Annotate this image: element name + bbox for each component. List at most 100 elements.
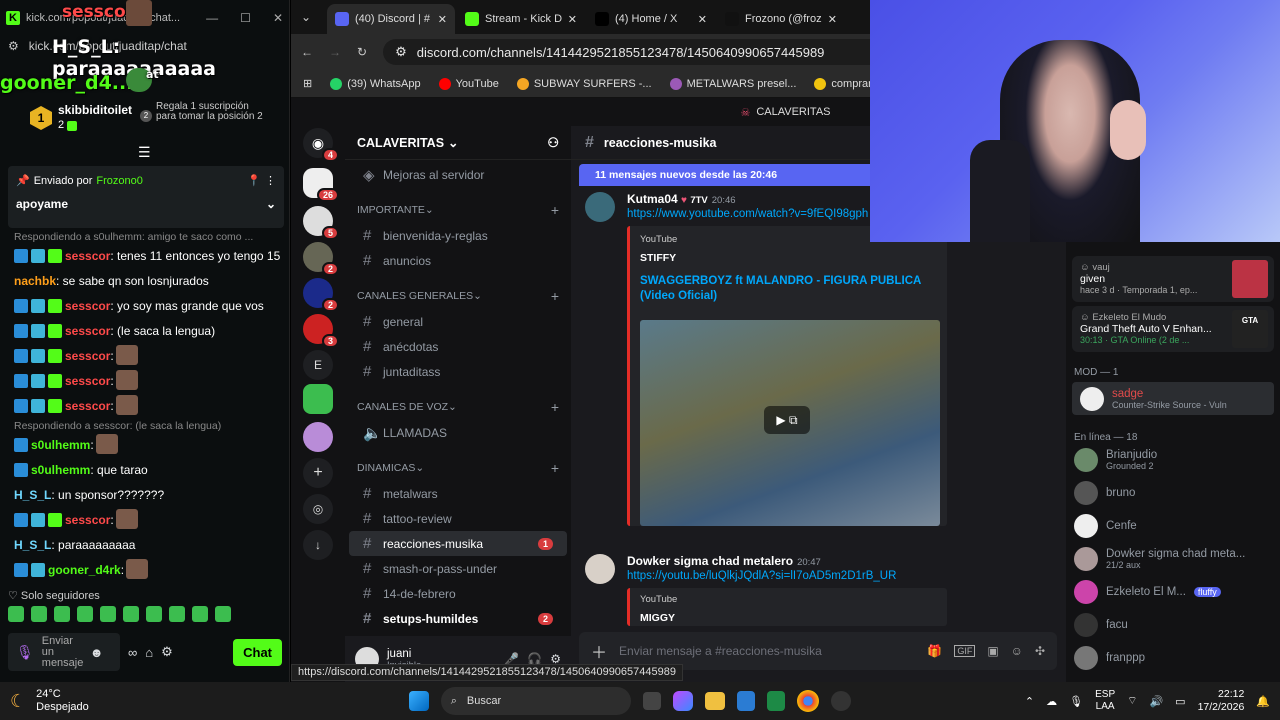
chat-username[interactable]: s0ulhemm [31,438,90,452]
chat-username[interactable]: gooner_d4rk [48,563,121,577]
language-indicator[interactable]: ESP LAA [1095,689,1115,713]
taskbar-search[interactable]: ⌕ Buscar [440,687,631,715]
channel-item[interactable]: #14-de-febrero [349,581,567,606]
server-icon[interactable] [303,422,333,452]
chevron-down-icon[interactable]: ⌄ [266,197,276,211]
channel-item[interactable]: # metalwars [349,481,567,506]
infinity-icon[interactable]: ∞ [128,645,137,660]
minimize-icon[interactable]: — [206,11,218,25]
play-icon[interactable]: ▶ ⧉ [764,406,810,434]
reply-context[interactable]: Respondiendo a s0ulhemm: amigo te saco c… [0,230,290,244]
browser-tab[interactable]: (40) Discord | # ✕ [327,4,455,34]
chrome-icon[interactable] [796,690,819,712]
embed-author[interactable]: MIGGY [640,612,675,624]
emoji-icon[interactable]: ☻ [90,645,104,660]
bookmark-item[interactable]: SUBWAY SURFERS -... [516,77,652,90]
chat-username[interactable]: s0ulhemm [31,463,90,477]
emote-icon[interactable] [77,606,93,622]
emote-icon[interactable] [8,606,24,622]
emote-icon[interactable] [115,345,138,365]
server-icon[interactable] [303,384,333,414]
reload-icon[interactable]: ↻ [357,45,367,59]
expand-chevron-icon[interactable]: ☰ [138,144,151,161]
emote-icon[interactable] [31,606,47,622]
member-item[interactable]: franppp [1066,641,1280,674]
channel-item[interactable]: # smash-or-pass-under [349,556,567,581]
add-channel-icon[interactable]: + [551,460,559,476]
member-item[interactable]: Cenfe [1066,509,1280,542]
guild-header[interactable]: CALAVERITAS ⌄ ⚇ [345,126,571,160]
download-icon[interactable]: ↓ [303,530,333,560]
apps-icon[interactable]: ✣ [1035,644,1045,658]
weather-widget[interactable]: 24°C Despejado [36,688,89,714]
obs-icon[interactable] [830,691,851,711]
avatar[interactable] [585,192,615,222]
tab-close-icon[interactable]: ✕ [698,13,707,26]
tab-close-icon[interactable]: ✕ [438,13,447,26]
chat-username[interactable]: sesscor [65,324,110,338]
channel-item[interactable]: # juntaditass [349,359,567,384]
message-link[interactable]: https://www.youtube.com/watch?v=9fEQI98g… [627,208,868,220]
emote-icon[interactable] [115,395,138,415]
wifi-icon[interactable]: ⌔ [1127,694,1137,708]
apps-icon[interactable]: ⊞ [303,77,312,90]
maximize-icon[interactable]: ☐ [240,11,251,25]
activity-card[interactable]: ☺ Ezkeleto El Mudo Grand Theft Auto V En… [1072,306,1274,352]
server-icon[interactable]: 3 [303,314,339,348]
gift-icon[interactable]: 🎁 [927,644,942,658]
member-item[interactable]: Dowker sigma chad meta... 21/2 aux [1066,542,1280,575]
tab-close-icon[interactable]: ✕ [568,13,577,26]
reply-context[interactable]: Respondiendo a sesscor: (le saca la leng… [0,419,290,433]
bookmark-item[interactable]: YouTube [438,77,499,90]
server-icon-calaveritas[interactable]: 26 [303,168,339,202]
volume-icon[interactable]: 🔊 [1149,695,1163,708]
discord-home-icon[interactable]: ◉ 4 [303,128,339,162]
member-item-mod[interactable]: sadge Counter-Strike Source - Vuln [1072,382,1274,415]
chat-username[interactable]: sesscor [65,349,110,363]
emote-icon[interactable] [100,606,116,622]
battery-icon[interactable]: ▭ [1175,695,1185,708]
forward-icon[interactable]: → [329,45,341,59]
member-item[interactable]: Ezkeleto El M... fluffy [1066,575,1280,608]
channel-category[interactable]: CANALES GENERALES ⌄ + [345,283,571,309]
store-icon[interactable]: ⌂ [145,645,153,660]
emote-icon[interactable] [123,606,139,622]
cloud-icon[interactable]: ☁ [1046,695,1057,708]
emote-icon[interactable] [115,509,138,529]
windows-start-icon[interactable] [408,691,429,711]
gift-prompt[interactable]: Regala 1 suscripción para tomar la posic… [156,102,266,122]
file-explorer-icon[interactable] [704,692,725,710]
emote-icon[interactable] [192,606,208,622]
chat-input[interactable]: 🎙 Enviar un mensaje ☻ [8,633,120,671]
channel-item[interactable]: # reacciones-musika 1 [349,531,567,556]
boost-item[interactable]: ◈ Mejoras al servidor [349,162,567,187]
word-icon[interactable] [736,691,755,711]
microphone-icon[interactable]: 🎙 [16,644,34,661]
chat-username[interactable]: sesscor [65,374,110,388]
notifications-icon[interactable]: 🔔 [1256,695,1270,708]
chat-username[interactable]: sesscor [65,513,110,527]
embed-title[interactable]: SWAGGERBOYZ ft MALANDRO - FIGURA PUBLICA… [640,274,930,304]
sticker-icon[interactable]: ▣ [987,644,998,658]
excel-icon[interactable] [766,691,785,711]
channel-item[interactable]: # setups-humildes 2 [349,606,567,631]
chevron-up-icon[interactable]: ⌃ [1025,695,1034,708]
add-server-icon[interactable]: + [303,458,333,488]
emote-icon[interactable] [215,606,231,622]
emote-icon[interactable] [146,606,162,622]
emote-icon[interactable] [95,434,118,454]
chat-send-button[interactable]: Chat [233,638,282,666]
channel-item[interactable]: # general [349,309,567,334]
chat-username[interactable]: H_S_L [14,538,51,552]
chat-username[interactable]: nachbk [14,274,56,288]
server-icon[interactable]: 5 [303,206,339,240]
site-settings-icon[interactable]: ⚙ [8,39,19,53]
browser-tab[interactable]: Frozono (@froz ✕ [717,4,845,34]
invite-icon[interactable]: ⚇ [547,135,559,151]
embed-author[interactable]: STIFFY [640,252,676,264]
chat-username[interactable]: H_S_L [14,488,51,502]
avatar[interactable] [585,554,615,584]
close-icon[interactable]: ✕ [273,11,283,25]
channel-category[interactable]: IMPORTANTE ⌄ + [345,197,571,223]
channel-item[interactable]: # anuncios [349,248,567,273]
